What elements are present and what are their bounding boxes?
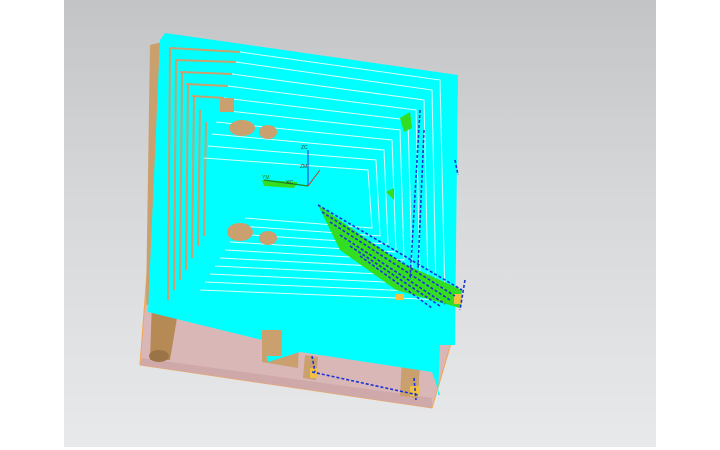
- wcs-z-label: ZC: [301, 145, 308, 151]
- pocket-slot: [220, 98, 234, 112]
- pocket-hole-upper-left: [229, 120, 255, 136]
- pocket-slot-lower: [262, 330, 282, 356]
- pocket-hole-lower-left: [227, 223, 253, 241]
- cam-model-view[interactable]: ZC XC YM ZM: [64, 0, 656, 447]
- pocket-hole-lower-right: [259, 231, 277, 245]
- graphics-viewport[interactable]: ZC XC YM ZM: [64, 0, 656, 447]
- wcs-y-label: YM: [262, 175, 270, 181]
- post-base-left: [149, 350, 169, 362]
- wcs-alt-z-label: ZM: [300, 164, 307, 170]
- right-margin: [656, 0, 720, 450]
- pocket-hole-upper-right: [259, 125, 277, 139]
- left-margin: [0, 0, 64, 450]
- wcs-x-label: XC: [286, 180, 293, 186]
